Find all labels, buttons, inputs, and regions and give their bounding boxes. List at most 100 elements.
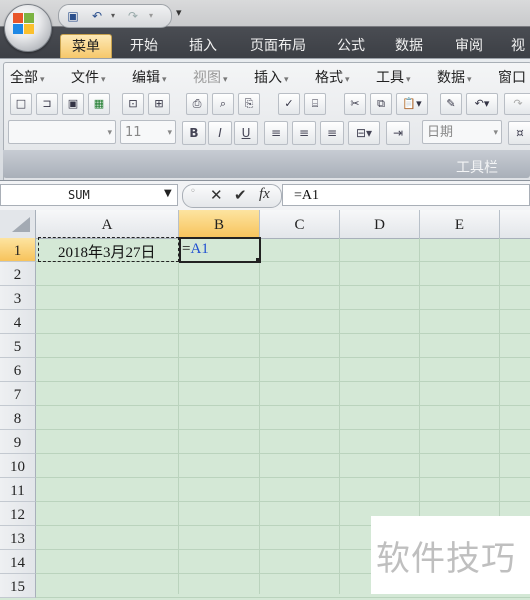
format-painter-icon[interactable]: ✎ [440,93,462,115]
row-header-3[interactable]: 3 [0,286,36,310]
ribbon-footer [3,150,530,178]
number-format-combo[interactable]: 日期 ▾ [422,120,502,144]
menu-data[interactable]: 数据 ▾ [437,68,472,88]
tab-data[interactable]: 数据 [384,34,434,58]
menu-file[interactable]: 文件 ▾ [71,68,106,88]
column-gridline [178,238,179,594]
column-header-f[interactable] [500,210,530,238]
font-size-combo[interactable]: 11 ▾ [120,120,176,144]
save-icon[interactable]: ▣ [65,8,81,24]
redo-dropdown-icon[interactable]: ▾ [143,8,159,24]
bold-button[interactable]: B [182,121,206,145]
publish-icon[interactable]: ⎘ [238,93,260,115]
formula-input[interactable] [282,184,530,206]
undo-toolbar-icon[interactable]: ↶▾ [466,93,498,115]
row-header-6[interactable]: 6 [0,358,36,382]
row-gridline [36,477,530,478]
row-header-7[interactable]: 7 [0,382,36,406]
column-header-b[interactable]: B [179,210,260,238]
print-icon[interactable]: ⎙ [186,93,208,115]
quick-access-toolbar: ▣ ↶ ▾ ↷ ▾ [58,4,172,28]
tab-formulas[interactable]: 公式 [326,34,376,58]
row-header-13[interactable]: 13 [0,526,36,550]
menu-all[interactable]: 全部 ▾ [10,68,45,88]
undo-icon[interactable]: ↶ [89,8,105,24]
redo-icon[interactable]: ↷ [125,8,141,24]
align-center-icon[interactable]: ≡ [292,121,316,145]
align-left-icon[interactable]: ≡ [264,121,288,145]
name-box-value: SUM [68,188,90,202]
insert-function-button[interactable]: fx [259,186,270,203]
row-header-8[interactable]: 8 [0,406,36,430]
customize-qat-button[interactable]: ▾ [176,6,182,19]
tab-home[interactable]: 开始 [116,34,172,58]
row-header-10[interactable]: 10 [0,454,36,478]
row-gridline [36,381,530,382]
row-header-4[interactable]: 4 [0,310,36,334]
row-gridline [36,405,530,406]
align-right-icon[interactable]: ≡ [320,121,344,145]
spelling-icon[interactable]: ✓ [278,93,300,115]
enter-icon[interactable]: ✔ [234,186,247,204]
menu-tools[interactable]: 工具 ▾ [376,68,411,88]
research-icon[interactable]: ⌸ [304,93,326,115]
font-name-combo[interactable]: ▾ [8,120,116,144]
undo-dropdown-icon[interactable]: ▾ [105,8,121,24]
row-header-11[interactable]: 11 [0,478,36,502]
currency-icon[interactable]: ¤ [508,121,530,145]
tab-page-layout[interactable]: 页面布局 [240,34,316,58]
cut-icon[interactable]: ✂ [344,93,366,115]
row-header-2[interactable]: 2 [0,262,36,286]
underline-button[interactable]: U [234,121,258,145]
merge-cells-icon[interactable]: ⊟▾ [348,121,380,145]
column-header-e[interactable]: E [420,210,500,238]
column-header-a[interactable]: A [36,210,179,238]
menu-edit[interactable]: 编辑 ▾ [132,68,167,88]
cancel-icon[interactable]: ✕ [210,186,223,204]
column-header-d[interactable]: D [340,210,420,238]
open-icon[interactable]: ⊐ [36,93,58,115]
row-header-15[interactable]: 15 [0,574,36,598]
column-gridline [259,238,260,594]
print-preview-icon[interactable]: ⌕ [212,93,234,115]
export-excel-icon[interactable]: ▦ [88,93,110,115]
wrap-text-icon[interactable]: ⇥ [386,121,410,145]
tab-view[interactable]: 视 [506,34,530,58]
column-header-c[interactable]: C [260,210,340,238]
cell-a1-value: 2018年3月27日 [58,245,156,261]
italic-button[interactable]: I [208,121,232,145]
menu-insert[interactable]: 插入 ▾ [254,68,289,88]
tab-insert[interactable]: 插入 [178,34,228,58]
row-gridline [36,309,530,310]
menu-view[interactable]: 视图 ▾ [193,68,228,88]
permission-icon[interactable]: ⊡ [122,93,144,115]
row-header-12[interactable]: 12 [0,502,36,526]
office-logo-icon [13,13,35,35]
row-gridline [36,501,530,502]
watermark-text: 软件技巧 [376,539,516,579]
fill-handle[interactable] [256,258,261,263]
tab-review[interactable]: 审阅 [444,34,494,58]
row-header-1[interactable]: 1 [0,238,36,262]
row-gridline [36,357,530,358]
paste-icon[interactable]: 📋▾ [396,93,428,115]
row-header-14[interactable]: 14 [0,550,36,574]
copy-icon[interactable]: ⧉ [370,93,392,115]
chevron-down-icon[interactable]: ▼ [164,188,172,199]
menu-format[interactable]: 格式 ▾ [315,68,350,88]
row-gridline [36,333,530,334]
attach-icon[interactable]: ⊞ [148,93,170,115]
redo-toolbar-icon[interactable]: ↷ [504,93,530,115]
row-header-5[interactable]: 5 [0,334,36,358]
row-header-9[interactable]: 9 [0,430,36,454]
resize-handle-icon[interactable]: ◦ [190,186,196,197]
menu-window[interactable]: 窗口 [498,68,526,88]
save-file-icon[interactable]: ▣ [62,93,84,115]
tab-menu[interactable]: 菜单 [60,34,112,59]
toolbar-group-label: 工具栏 [456,160,498,176]
row-gridline [36,285,530,286]
row-gridline [36,597,530,598]
new-icon[interactable]: □ [10,93,32,115]
cell-b1-formula: =A1 [182,241,209,258]
row-gridline [36,429,530,430]
